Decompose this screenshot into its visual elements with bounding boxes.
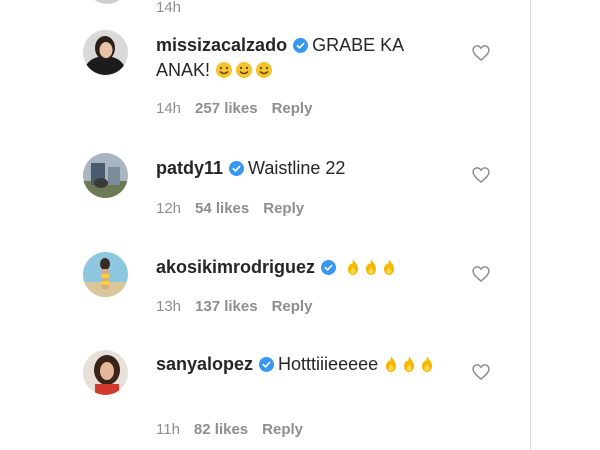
comment-meta: 12h 54 likes Reply [156, 200, 304, 217]
comment-emojis [215, 60, 275, 80]
verified-badge-icon [293, 38, 309, 53]
comment-body: sanyalopez Hotttiiieeeee [156, 352, 456, 377]
avatar[interactable] [83, 30, 128, 75]
verified-badge-icon [321, 260, 337, 275]
likes-count[interactable]: 54 likes [195, 200, 249, 217]
smiling-face-emoji [236, 62, 253, 78]
comment-text: Waistline 22 [248, 158, 346, 178]
flame-emoji [348, 259, 359, 275]
smiling-face-emoji [256, 62, 273, 78]
comment-meta: 14h 257 likes Reply [156, 100, 312, 117]
comment-body: patdy11 Waistline 22 [156, 156, 456, 181]
comment-meta: 14h [156, 0, 181, 16]
reply-button[interactable]: Reply [272, 298, 313, 315]
likes-count[interactable]: 257 likes [195, 100, 258, 117]
smiling-face-emoji [216, 62, 233, 78]
heart-outline-icon[interactable] [471, 43, 491, 63]
heart-outline-icon[interactable] [471, 362, 491, 382]
comment-time: 13h [156, 298, 182, 315]
comment-time: 11h [156, 421, 180, 438]
reply-button[interactable]: Reply [262, 421, 303, 438]
avatar[interactable] [83, 252, 128, 297]
comment-meta: 11h 82 likes Reply [156, 421, 303, 438]
comment-text: Hotttiiieeeee [278, 354, 379, 374]
comment-body: akosikimrodriguez [156, 255, 456, 280]
comment-body: missizacalzado GRABE KA ANAK! [156, 33, 456, 83]
avatar[interactable] [83, 350, 128, 395]
comment-time: 12h [156, 200, 182, 217]
comment-time: 14h [156, 0, 182, 16]
avatar[interactable] [86, 0, 128, 4]
likes-count[interactable]: 82 likes [194, 421, 248, 438]
page-background [531, 0, 600, 450]
likes-count[interactable]: 137 likes [195, 298, 258, 315]
comment-username[interactable]: missizacalzado [156, 35, 287, 55]
comment-username[interactable]: akosikimrodriguez [156, 257, 315, 277]
flame-emoji [386, 356, 397, 372]
comment-username[interactable]: sanyalopez [156, 354, 253, 374]
comments-panel: 14h missizacalzado GRABE KA ANAK! 14h 257… [0, 0, 530, 450]
comment-time: 14h [156, 100, 182, 117]
heart-outline-icon[interactable] [471, 165, 491, 185]
flame-emoji [366, 259, 377, 275]
verified-badge-icon [259, 357, 275, 372]
heart-outline-icon[interactable] [471, 264, 491, 284]
comment-meta: 13h 137 likes Reply [156, 298, 312, 315]
flame-emoji [404, 356, 415, 372]
comment-emojis [345, 257, 399, 277]
reply-button[interactable]: Reply [263, 200, 304, 217]
avatar[interactable] [83, 153, 128, 198]
verified-badge-icon [229, 161, 245, 176]
comment-username[interactable]: patdy11 [156, 158, 223, 178]
comment-emojis [383, 354, 437, 374]
reply-button[interactable]: Reply [272, 100, 313, 117]
flame-emoji [422, 356, 433, 372]
flame-emoji [384, 259, 395, 275]
